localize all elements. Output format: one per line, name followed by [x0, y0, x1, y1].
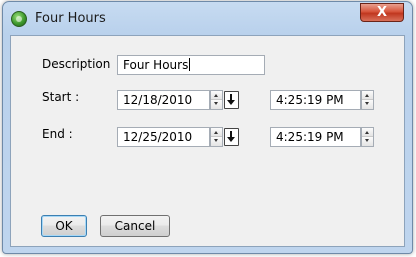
spinner-down-icon[interactable] — [362, 137, 373, 146]
window-title: Four Hours — [35, 11, 106, 26]
end-date-input[interactable]: 12/25/2010 — [117, 127, 210, 147]
spinner-up-icon[interactable] — [362, 128, 373, 137]
app-icon — [11, 11, 27, 27]
spinner-down-icon[interactable] — [362, 100, 373, 109]
end-time-spinner[interactable] — [361, 127, 374, 147]
start-date-input[interactable]: 12/18/2010 — [117, 90, 210, 110]
start-date-calendar-button[interactable] — [224, 91, 239, 109]
start-label: Start : — [42, 90, 80, 104]
cancel-button[interactable]: Cancel — [100, 215, 170, 237]
close-button[interactable]: X — [360, 3, 404, 22]
spinner-up-icon[interactable] — [211, 91, 222, 100]
start-time-spinner[interactable] — [361, 90, 374, 110]
description-input[interactable]: Four Hours — [117, 55, 265, 75]
end-date-spinner[interactable] — [210, 127, 223, 147]
end-time-input[interactable]: 4:25:19 PM — [270, 127, 361, 147]
spinner-up-icon[interactable] — [362, 91, 373, 100]
description-value: Four Hours — [123, 58, 189, 72]
title-bar[interactable]: Four Hours X — [3, 2, 412, 36]
spinner-down-icon[interactable] — [211, 100, 222, 109]
start-time-input[interactable]: 4:25:19 PM — [270, 90, 361, 110]
spinner-down-icon[interactable] — [211, 137, 222, 146]
end-label: End : — [42, 127, 73, 141]
ok-button[interactable]: OK — [41, 215, 87, 237]
description-label: Description — [42, 57, 111, 71]
end-date-calendar-button[interactable] — [224, 128, 239, 146]
spinner-up-icon[interactable] — [211, 128, 222, 137]
start-date-spinner[interactable] — [210, 90, 223, 110]
dialog-content: Description Four Hours Start : 12/18/201… — [10, 35, 405, 247]
dialog-window: Four Hours X Description Four Hours Star… — [2, 1, 413, 254]
text-caret — [189, 58, 191, 71]
